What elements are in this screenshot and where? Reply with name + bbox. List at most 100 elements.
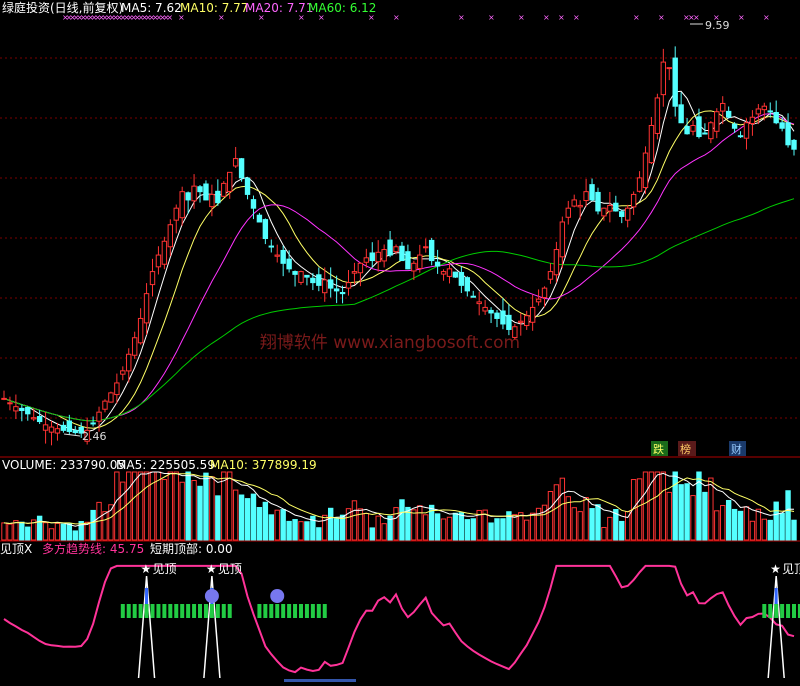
candle-body[interactable]: [298, 271, 304, 283]
candle-body[interactable]: [149, 271, 156, 286]
volume-bar[interactable]: [120, 481, 126, 541]
candle-body[interactable]: [238, 158, 245, 179]
candle-body[interactable]: [500, 310, 506, 325]
candle-body[interactable]: [678, 104, 684, 124]
candle-body[interactable]: [428, 239, 435, 262]
candle-body[interactable]: [773, 111, 779, 124]
candle-body[interactable]: [488, 309, 494, 314]
candle-body[interactable]: [589, 184, 595, 201]
candle-body[interactable]: [684, 125, 690, 135]
candle-body[interactable]: [512, 326, 518, 338]
volume-bar[interactable]: [244, 498, 251, 541]
candle-body[interactable]: [405, 251, 411, 270]
candle-body[interactable]: [155, 254, 162, 268]
volume-bar[interactable]: [636, 478, 643, 541]
candle-body[interactable]: [672, 57, 678, 107]
volume-bar[interactable]: [179, 481, 185, 541]
candle-body[interactable]: [54, 428, 61, 434]
volume-bar[interactable]: [660, 471, 667, 541]
volume-bar[interactable]: [500, 518, 506, 541]
volume-bar[interactable]: [743, 506, 750, 541]
candle-body[interactable]: [452, 271, 459, 278]
candle-body[interactable]: [60, 424, 67, 431]
volume-bar[interactable]: [375, 515, 381, 541]
candle-body[interactable]: [666, 67, 672, 70]
candle-body[interactable]: [13, 406, 19, 412]
candle-body[interactable]: [743, 122, 750, 139]
volume-bar[interactable]: [755, 508, 762, 541]
candle-body[interactable]: [434, 261, 441, 267]
candle-body[interactable]: [268, 245, 274, 248]
candle-body[interactable]: [506, 314, 512, 330]
candle-body[interactable]: [108, 392, 114, 403]
candle-body[interactable]: [66, 420, 73, 432]
candle-body[interactable]: [1, 397, 7, 400]
volume-bar[interactable]: [42, 522, 49, 541]
candle-body[interactable]: [565, 207, 571, 218]
volume-bar[interactable]: [1, 522, 7, 541]
volume-bar[interactable]: [411, 509, 417, 541]
volume-bar[interactable]: [369, 527, 375, 541]
volume-bar[interactable]: [577, 511, 583, 541]
volume-bar[interactable]: [7, 523, 13, 541]
candle-body[interactable]: [203, 183, 209, 201]
volume-bar[interactable]: [452, 512, 459, 541]
candle-body[interactable]: [642, 152, 649, 189]
candle-body[interactable]: [601, 207, 607, 217]
candle-body[interactable]: [690, 125, 696, 132]
volume-bar[interactable]: [381, 523, 387, 541]
volume-bar[interactable]: [203, 472, 209, 541]
candle-body[interactable]: [737, 135, 744, 138]
candle-body[interactable]: [761, 105, 768, 111]
volume-bar[interactable]: [672, 471, 678, 541]
volume-bar[interactable]: [731, 508, 738, 541]
volume-bar[interactable]: [440, 518, 447, 541]
volume-bar[interactable]: [209, 476, 215, 541]
volume-bar[interactable]: [559, 477, 566, 541]
volume-bar[interactable]: [60, 523, 67, 541]
candle-body[interactable]: [440, 271, 447, 275]
volume-bar[interactable]: [642, 471, 649, 541]
candle-body[interactable]: [423, 246, 429, 249]
candle-body[interactable]: [316, 274, 322, 286]
candle-body[interactable]: [577, 204, 583, 208]
volume-bar[interactable]: [191, 480, 197, 541]
volume-bar[interactable]: [518, 512, 524, 541]
candle-body[interactable]: [755, 108, 762, 115]
candle-body[interactable]: [660, 61, 667, 96]
volume-bar[interactable]: [791, 519, 797, 541]
volume-bar[interactable]: [221, 471, 227, 541]
candle-body[interactable]: [114, 382, 120, 396]
candle-body[interactable]: [339, 292, 346, 295]
volume-bar[interactable]: [393, 507, 399, 541]
volume-bar[interactable]: [749, 520, 756, 541]
volume-bar[interactable]: [773, 501, 779, 541]
volume-bar[interactable]: [19, 521, 25, 541]
volume-bar[interactable]: [446, 516, 453, 541]
volume-bar[interactable]: [488, 522, 494, 541]
volume-bar[interactable]: [547, 491, 554, 541]
candle-body[interactable]: [333, 288, 340, 292]
volume-bar[interactable]: [298, 521, 304, 541]
candle-body[interactable]: [494, 312, 500, 319]
candle-body[interactable]: [345, 282, 352, 289]
volume-bar[interactable]: [417, 505, 423, 541]
candle-body[interactable]: [173, 207, 179, 221]
candle-body[interactable]: [197, 186, 203, 193]
candle-body[interactable]: [524, 315, 530, 327]
candle-body[interactable]: [464, 277, 471, 292]
volume-bar[interactable]: [232, 489, 239, 541]
volume-bar[interactable]: [654, 471, 661, 541]
candle-body[interactable]: [262, 219, 269, 240]
candle-body[interactable]: [310, 277, 316, 284]
volume-bar[interactable]: [529, 512, 536, 541]
volume-bar[interactable]: [280, 509, 286, 541]
volume-bar[interactable]: [725, 499, 732, 541]
volume-bar[interactable]: [185, 471, 191, 541]
candle-body[interactable]: [458, 271, 465, 286]
candle-body[interactable]: [179, 191, 185, 219]
candle-body[interactable]: [446, 268, 453, 277]
candle-body[interactable]: [399, 245, 405, 262]
candle-body[interactable]: [541, 287, 548, 299]
candle-body[interactable]: [90, 422, 96, 425]
